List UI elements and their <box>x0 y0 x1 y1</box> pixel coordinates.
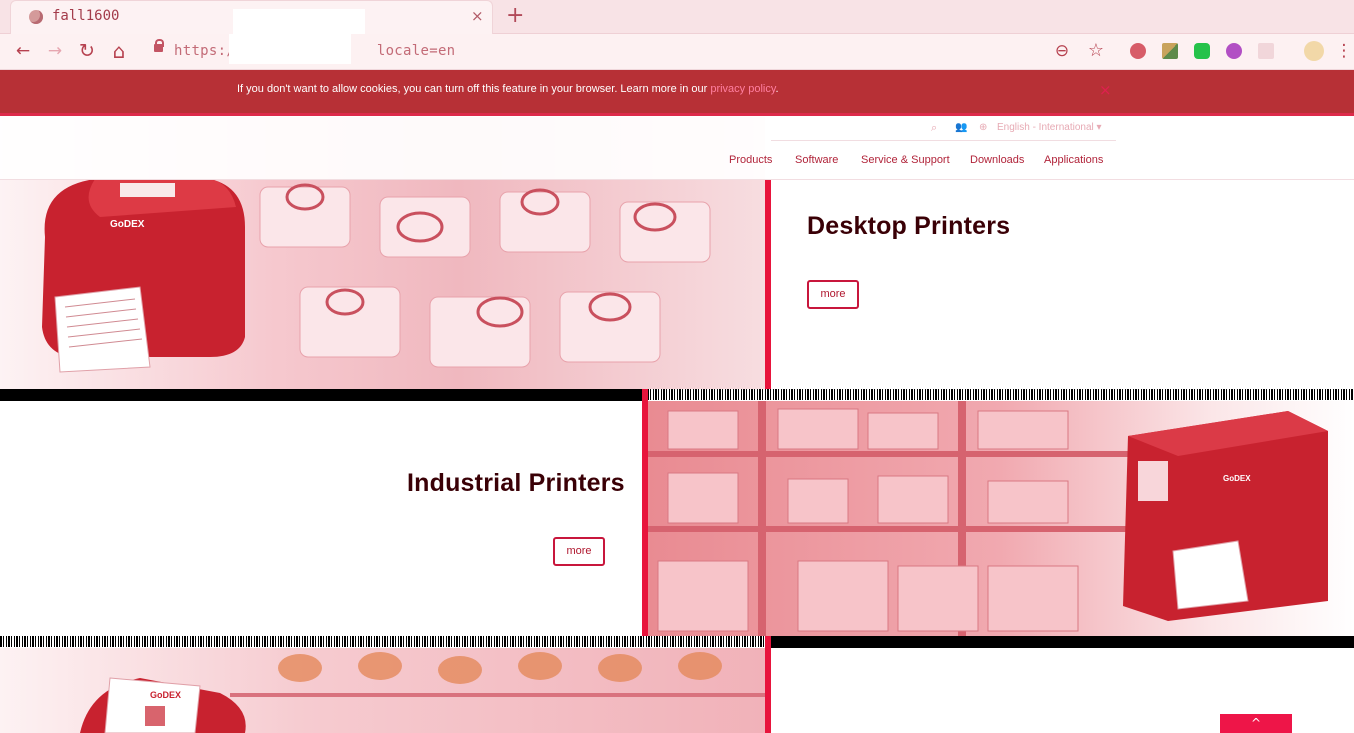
extension-doc-icon[interactable] <box>1258 43 1274 59</box>
food-display-illustration: GoDEX <box>80 652 765 733</box>
mobile-printer-shape: GoDEX <box>80 677 246 733</box>
svg-text:GoDEX: GoDEX <box>110 219 145 230</box>
desktop-printers-heading: Desktop Printers <box>807 212 1011 240</box>
globe-favicon-icon <box>29 10 43 24</box>
nav-applications[interactable]: Applications <box>1044 154 1103 166</box>
industrial-printers-image[interactable]: GoDEX <box>648 401 1354 636</box>
reload-icon[interactable]: ↻ <box>76 40 98 62</box>
section-divider-bar <box>771 636 1354 648</box>
extension-pin-icon[interactable] <box>1130 43 1146 59</box>
cookie-notice-message: If you don't want to allow cookies, you … <box>237 83 711 95</box>
language-selector[interactable]: English - International ▾ <box>997 122 1102 133</box>
privacy-policy-link[interactable]: privacy policy <box>710 83 775 95</box>
industrial-more-button[interactable]: more <box>553 537 605 566</box>
redaction-box <box>233 9 365 35</box>
industrial-printers-heading: Industrial Printers <box>407 469 625 497</box>
svg-text:GoDEX: GoDEX <box>150 690 181 700</box>
forward-icon[interactable]: → <box>44 40 66 62</box>
section-divider-bar <box>0 389 643 401</box>
nav-service-support[interactable]: Service & Support <box>861 154 950 166</box>
tab-title: fall1600 <box>52 8 120 24</box>
nav-products[interactable]: Products <box>729 154 772 166</box>
browser-tab[interactable]: fall1600 × <box>10 0 493 35</box>
extension-line-icon[interactable] <box>1194 43 1210 59</box>
industrial-printer-shape: GoDEX <box>1123 411 1328 621</box>
search-icon[interactable]: ⌕ <box>931 122 937 135</box>
lock-icon <box>154 39 164 52</box>
url-redaction-box <box>229 34 351 64</box>
desktop-printer-shape: GoDEX <box>42 179 245 373</box>
nav-downloads[interactable]: Downloads <box>970 154 1024 166</box>
bookmark-star-icon[interactable]: ☆ <box>1085 40 1107 62</box>
address-bar[interactable]: https://locale=en <box>146 34 1146 66</box>
globe-icon: ⊕ <box>979 122 988 133</box>
header-divider <box>771 140 1116 141</box>
cookie-close-icon[interactable]: × <box>1099 81 1112 99</box>
retail-printers-image[interactable]: GoDEX <box>0 648 765 733</box>
tab-close-icon[interactable]: × <box>471 7 484 25</box>
site-header: ⌕ 👥 ⊕ English - International ▾ Products… <box>0 117 1354 180</box>
extension-vue-icon[interactable] <box>1162 43 1178 59</box>
zoom-out-icon[interactable]: ⊖ <box>1051 40 1073 62</box>
accent-divider <box>765 636 771 733</box>
browser-tab-strip: fall1600 × + <box>0 0 1354 35</box>
warehouse-shelves-illustration: GoDEX <box>648 401 1328 636</box>
profile-avatar-icon[interactable] <box>1304 41 1324 61</box>
menu-kebab-icon[interactable]: ⋮ <box>1334 40 1354 62</box>
cookie-notice-text: If you don't want to allow cookies, you … <box>237 83 779 95</box>
cookie-notice-bar: If you don't want to allow cookies, you … <box>0 70 1354 116</box>
extension-heart-icon[interactable] <box>1226 43 1242 59</box>
nav-software[interactable]: Software <box>795 154 838 166</box>
svg-text:GoDEX: GoDEX <box>1223 474 1251 483</box>
barcode-divider <box>647 389 1354 400</box>
user-account-icon[interactable]: 👥 <box>955 122 967 133</box>
home-icon[interactable]: ⌂ <box>108 40 130 62</box>
language-label: English - International <box>997 122 1094 133</box>
barcode-divider <box>0 636 765 647</box>
accent-divider <box>765 180 771 389</box>
cookie-notice-period: . <box>775 83 779 95</box>
new-tab-button[interactable]: + <box>506 3 524 28</box>
desktop-more-button[interactable]: more <box>807 280 859 309</box>
scroll-to-top-button[interactable]: ^ <box>1220 714 1292 733</box>
chevron-down-icon: ▾ <box>1096 122 1102 133</box>
browser-toolbar: ← → ↻ ⌂ https://locale=en ⊖ ☆ ⋮ <box>0 34 1354 70</box>
back-icon[interactable]: ← <box>12 40 34 62</box>
